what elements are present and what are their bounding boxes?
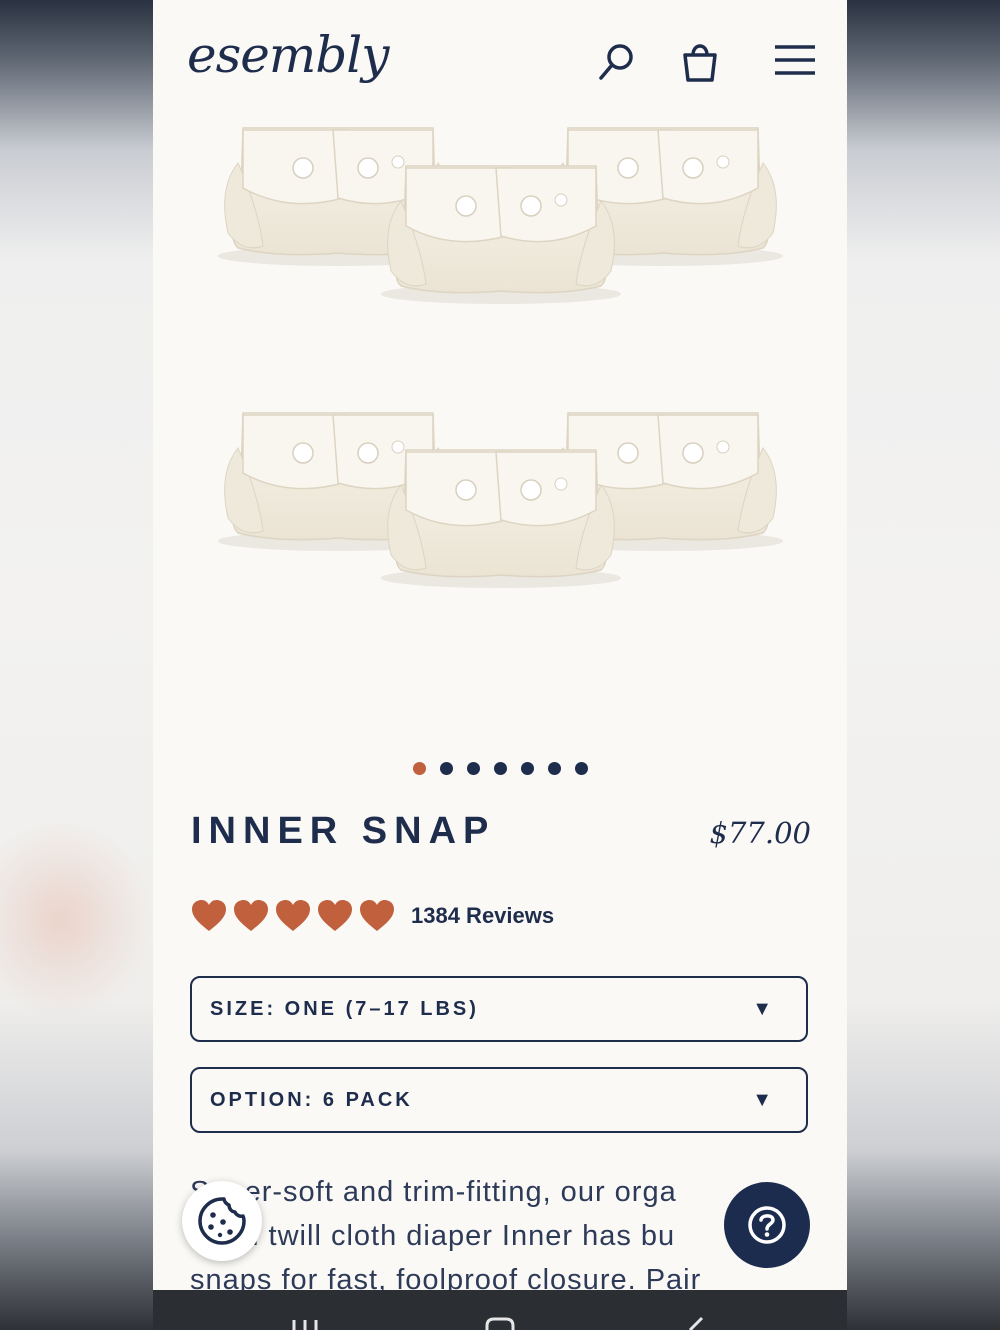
- description-line: Super-soft and trim-fitting, our orga: [190, 1176, 677, 1208]
- caret-down-icon: ▼: [752, 1088, 772, 1111]
- heart-rating-icon: [276, 900, 310, 931]
- gallery-dot-1[interactable]: [412, 762, 426, 775]
- android-navigation-bar: [153, 1290, 847, 1330]
- heart-rating-icon: [360, 900, 394, 931]
- caret-down-icon: ▼: [752, 997, 772, 1020]
- gallery-dot-2[interactable]: [439, 762, 453, 775]
- search-icon[interactable]: [593, 38, 639, 84]
- size-select-label: SIZE: ONE (7–17 LBS): [210, 997, 479, 1020]
- product-title: INNER SNAP: [191, 810, 496, 852]
- gallery-dot-7[interactable]: [574, 762, 588, 775]
- diaper-product-image: [217, 127, 784, 589]
- description-line: otton twill cloth diaper Inner has bu: [190, 1220, 676, 1252]
- reviews-count-link[interactable]: 1384 Reviews: [411, 903, 554, 929]
- cookie-icon: [198, 1197, 246, 1245]
- back-icon[interactable]: [676, 1316, 716, 1330]
- heart-rating-icon: [234, 900, 268, 931]
- gallery-dot-5[interactable]: [520, 762, 534, 775]
- product-price: $77.00: [709, 816, 811, 850]
- recent-apps-icon[interactable]: [285, 1316, 325, 1330]
- cookie-settings-button[interactable]: [182, 1181, 262, 1261]
- esembly-logo[interactable]: esembly: [187, 26, 389, 84]
- mobile-page: esembly INNER SNAP $77.00 1384 Reviews S…: [153, 0, 847, 1330]
- gallery-dot-4[interactable]: [493, 762, 507, 775]
- heart-rating-icon: [318, 900, 352, 931]
- background-blur-left: [0, 0, 153, 1330]
- product-rating[interactable]: 1384 Reviews: [191, 896, 554, 936]
- menu-icon[interactable]: [771, 38, 819, 84]
- heart-rating-icon: [192, 900, 226, 931]
- gallery-pagination: [153, 762, 847, 778]
- home-icon[interactable]: [480, 1316, 520, 1330]
- site-header: esembly: [153, 0, 847, 120]
- size-select[interactable]: SIZE: ONE (7–17 LBS) ▼: [190, 976, 808, 1042]
- option-select-label: OPTION: 6 PACK: [210, 1088, 413, 1111]
- help-chat-button[interactable]: [724, 1182, 810, 1268]
- product-image-gallery[interactable]: [153, 118, 847, 738]
- product-description: Super-soft and trim-fitting, our orga ot…: [190, 1170, 790, 1302]
- option-select[interactable]: OPTION: 6 PACK ▼: [190, 1067, 808, 1133]
- gallery-dot-6[interactable]: [547, 762, 561, 775]
- gallery-dot-3[interactable]: [466, 762, 480, 775]
- background-blur-right: [847, 0, 1000, 1330]
- shopping-bag-icon[interactable]: [677, 38, 723, 84]
- question-mark-icon: [748, 1206, 786, 1244]
